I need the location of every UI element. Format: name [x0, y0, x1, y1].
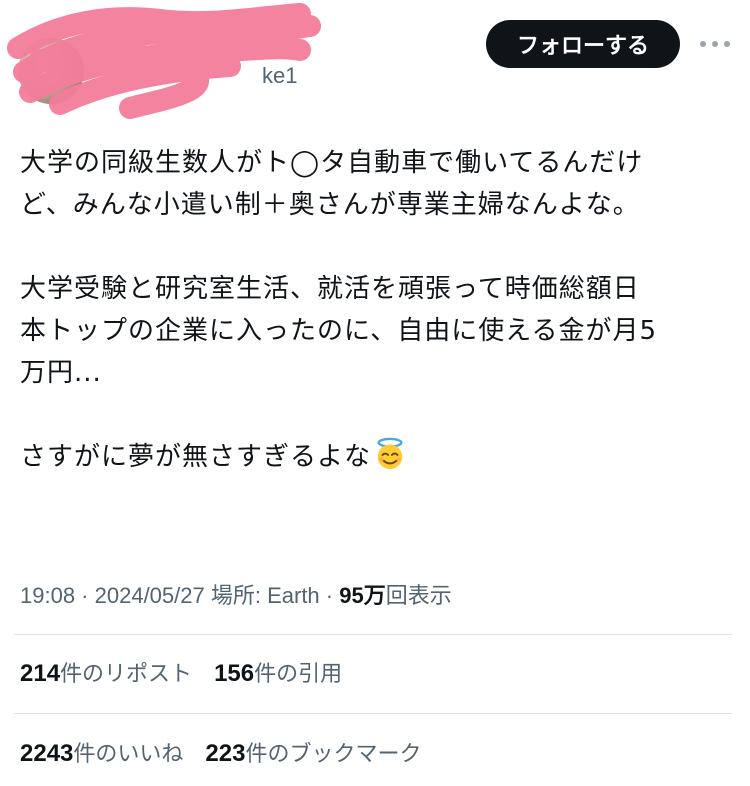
tweet-line: 大学受験と研究室生活、就活を頑張って時価総額日 [20, 274, 640, 304]
bookmark-stat[interactable]: 223件のブックマーク [205, 736, 421, 768]
repost-count: 214 [20, 660, 61, 687]
more-horizontal-icon[interactable] [700, 34, 730, 54]
tweet-line: ど、みんな小遣い制＋奥さんが専業主婦なんよな。 [20, 190, 640, 220]
repost-label: 件のリポスト [60, 662, 193, 687]
stats-row-likes: 2243件のいいね 223件のブックマーク [20, 736, 443, 768]
tweet-time[interactable]: 19:08 [20, 583, 75, 608]
repost-stat[interactable]: 214件のリポスト [20, 656, 192, 688]
tweet-date[interactable]: 2024/05/27 [95, 583, 205, 608]
stats-row-reposts: 214件のリポスト 156件の引用 [20, 656, 364, 688]
redaction-scribble [7, 3, 321, 119]
like-count: 2243 [20, 740, 74, 767]
tweet-line-last: さすがに夢が無さすぎるよな [20, 436, 732, 478]
like-label: 件のいいね [73, 742, 184, 767]
divider [14, 713, 732, 714]
quote-stat[interactable]: 156件の引用 [214, 656, 342, 688]
quote-count: 156 [214, 660, 255, 687]
view-count: 95万 [339, 583, 386, 608]
tweet-line-text: さすがに夢が無さすぎるよな [20, 442, 372, 472]
dot [724, 41, 730, 47]
meta-separator: · [75, 583, 95, 608]
quote-label: 件の引用 [254, 662, 343, 687]
like-stat[interactable]: 2243件のいいね [20, 736, 183, 768]
tweet-line: 大学の同級生数人がト◯タ自動車で働いてるんだけ [20, 148, 644, 178]
dot [700, 41, 706, 47]
tweet-location: 場所: Earth [210, 583, 320, 608]
bookmark-count: 223 [205, 740, 246, 767]
tweet-line: 本トップの企業に入ったのに、自由に使える金が月5 [20, 316, 657, 346]
dot [712, 41, 718, 47]
tweet-line: 万円... [20, 358, 102, 388]
tweet-meta: 19:08 · 2024/05/27 場所: Earth · 95万回表示 [20, 578, 452, 610]
bookmark-label: 件のブックマーク [245, 742, 422, 767]
meta-separator: · [319, 583, 340, 608]
divider [14, 634, 732, 635]
view-label: 回表示 [385, 583, 452, 608]
follow-button[interactable]: フォローする [486, 20, 680, 68]
tweet-header: ke1 フォローする [0, 0, 750, 120]
smiling-face-with-halo-icon [377, 437, 403, 470]
tweet-text: 大学の同級生数人がト◯タ自動車で働いてるんだけ ど、みんな小遣い制＋奥さんが専業… [20, 142, 732, 478]
